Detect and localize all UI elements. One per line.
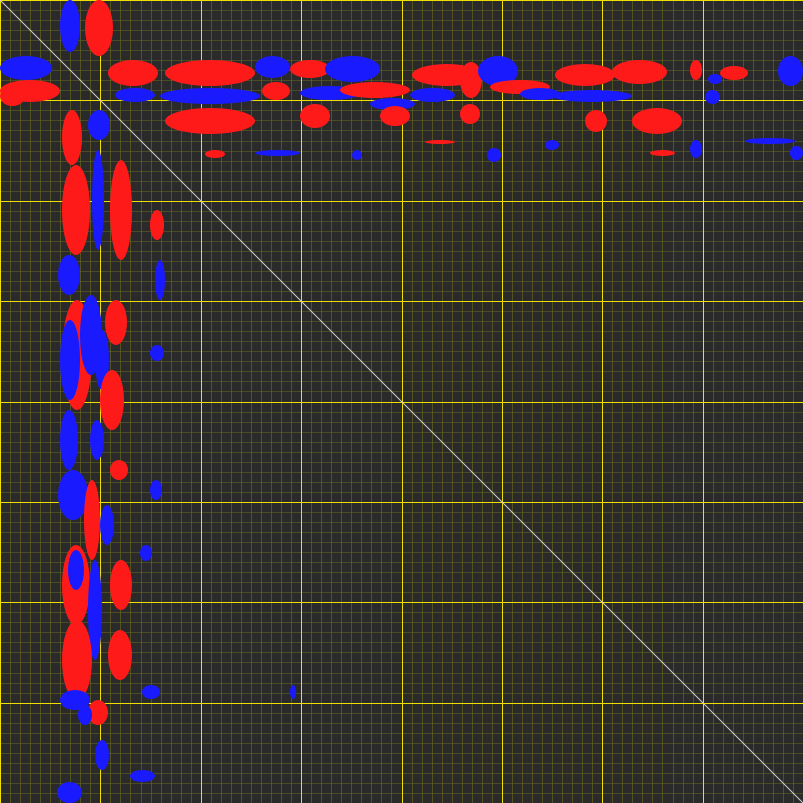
negative-peak [58,255,80,295]
negative-peak [352,150,362,160]
negative-peak [60,320,80,400]
positive-peak [165,108,255,134]
negative-peak [552,90,632,102]
negative-peak [150,480,162,500]
negative-peak [0,56,52,80]
negative-peak [255,150,300,156]
negative-peak [410,88,455,102]
positive-peak [205,150,225,158]
negative-peak [150,345,164,361]
negative-peak [690,140,702,158]
negative-peak [545,140,559,150]
negative-peak [325,56,380,82]
positive-peak [612,60,667,84]
positive-peak [690,60,702,80]
negative-peak [142,685,160,699]
negative-peak [130,770,155,782]
negative-peak [778,56,803,86]
contour-map [0,0,803,803]
positive-peak [555,64,615,86]
positive-peak [62,620,92,700]
negative-peak [520,88,560,100]
positive-peak [108,60,158,86]
negative-peak [57,782,82,803]
negative-peak [95,740,109,770]
negative-peak [790,146,803,160]
positive-peak [85,0,113,56]
negative-peak [115,88,155,102]
positive-peak [0,86,25,106]
negative-peak [155,260,165,300]
positive-peak [650,150,675,156]
positive-peak [300,104,330,128]
positive-peak [110,460,128,480]
positive-peak [84,480,100,560]
positive-peak [262,82,290,100]
negative-peak [745,138,795,144]
negative-peak [140,545,152,561]
negative-peak [60,0,80,52]
negative-peak [255,56,290,78]
positive-peak [632,108,682,134]
positive-peak [720,66,748,80]
negative-peak [705,90,720,104]
negative-peak [100,505,114,545]
positive-peak [110,160,132,260]
negative-peak [88,110,110,140]
negative-peak [92,150,104,250]
negative-peak [60,410,78,470]
positive-peak [108,630,132,680]
negative-peak [68,550,84,590]
positive-peak [340,82,410,98]
positive-peak [62,165,90,255]
negative-peak [487,148,501,162]
negative-peak [160,88,260,104]
negative-peak [90,420,104,460]
negative-peak [78,705,92,725]
positive-peak [425,140,455,144]
positive-peak [110,560,132,610]
positive-peak [150,210,164,240]
negative-peak [290,685,296,699]
positive-peak [460,104,480,124]
positive-peak [585,110,607,132]
positive-peak [380,106,410,126]
positive-peak [165,60,255,86]
positive-peak [62,110,82,165]
positive-peak [100,370,124,430]
negative-peak [58,470,88,520]
positive-peak [290,60,330,78]
positive-peak [105,300,127,345]
negative-peak [708,74,722,84]
